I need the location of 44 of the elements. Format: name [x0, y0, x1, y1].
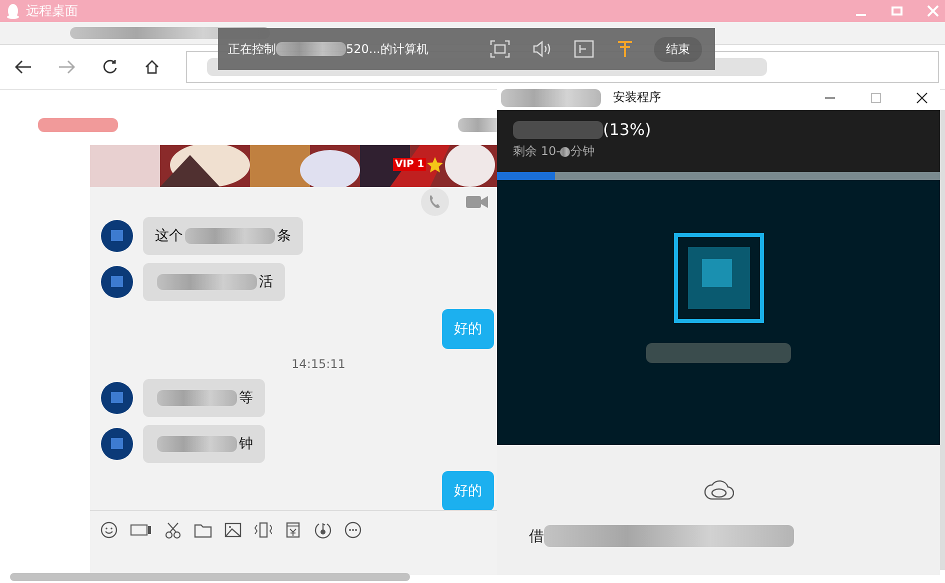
status-text: 520...的计算机: [346, 40, 428, 58]
timestamp: 14:15:11: [292, 357, 346, 371]
phone-icon[interactable]: [421, 188, 449, 216]
message-bubble: 好的: [442, 471, 494, 510]
avatar-icon: [101, 220, 133, 252]
horizontal-scrollbar[interactable]: [10, 573, 410, 581]
redaction-blur: [560, 146, 570, 156]
payment-icon[interactable]: [284, 521, 302, 539]
message-text: 等: [239, 389, 253, 407]
back-icon[interactable]: [14, 59, 32, 75]
avatar-icon: [101, 428, 133, 460]
avatar-icon: [101, 266, 133, 298]
message-text: 条: [277, 227, 291, 245]
window-title: 安装程序: [613, 89, 661, 106]
redaction-blur: [276, 42, 346, 56]
emoji-icon[interactable]: [100, 521, 118, 539]
home-icon[interactable]: [144, 59, 160, 75]
cloud-icon: [704, 479, 734, 501]
progress-percent: (13%): [603, 120, 652, 139]
message-text: 这个: [155, 227, 183, 245]
time-remaining: 分钟: [570, 143, 594, 160]
image-icon[interactable]: [224, 521, 242, 539]
time-remaining: 剩余 10-: [513, 143, 560, 160]
close-icon[interactable]: [916, 92, 928, 104]
scissors-icon[interactable]: [164, 521, 182, 539]
status-text: 正在控制: [228, 40, 276, 58]
refresh-icon[interactable]: [102, 59, 118, 75]
message-bubble: 好的: [442, 309, 494, 349]
star-icon: [426, 156, 444, 174]
avatar-icon: [101, 382, 133, 414]
window-icon[interactable]: [574, 40, 594, 58]
vip-badge: VIP 1: [393, 158, 426, 171]
music-icon[interactable]: [314, 521, 332, 539]
message-text: 活: [259, 273, 273, 291]
fullscreen-icon[interactable]: [490, 40, 510, 58]
app-logo-icon: [674, 232, 764, 322]
description-text: 借: [529, 526, 544, 546]
end-button[interactable]: 结束: [654, 36, 702, 62]
vertical-scrollbar[interactable]: [940, 110, 945, 570]
window-title: 远程桌面: [26, 3, 78, 20]
speaker-icon[interactable]: [532, 40, 552, 58]
message-text: 钟: [239, 435, 253, 453]
vibrate-icon[interactable]: [254, 521, 272, 539]
more-icon[interactable]: [344, 521, 362, 539]
